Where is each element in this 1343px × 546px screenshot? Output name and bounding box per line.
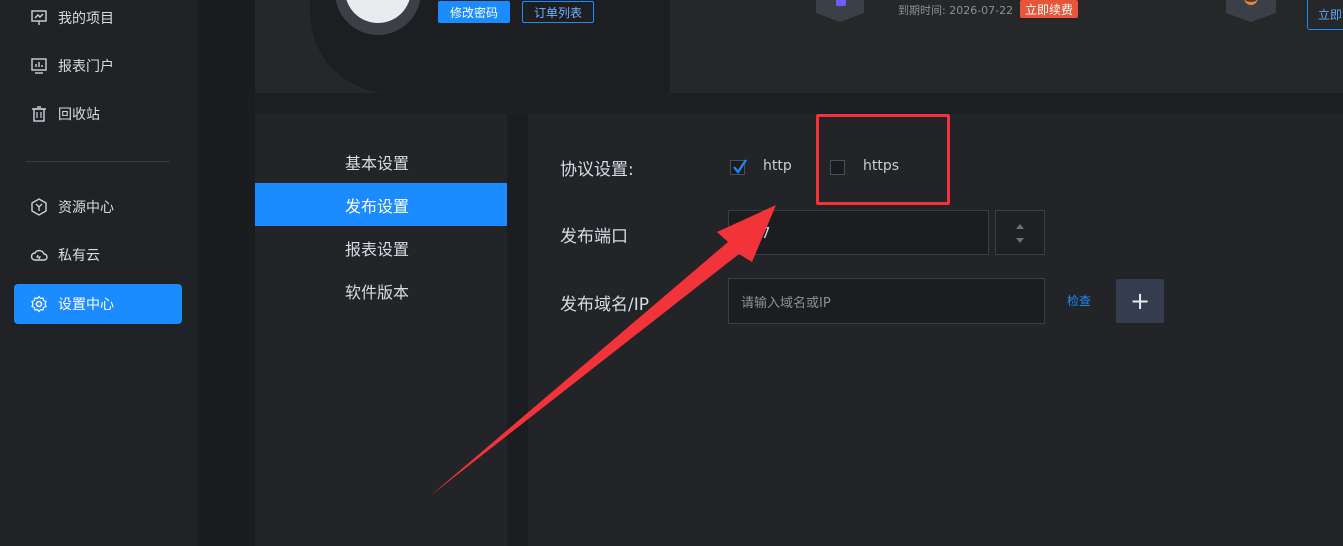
tab-basic-settings[interactable]: 基本设置	[255, 140, 507, 183]
product-badge-orange-icon	[1226, 0, 1276, 22]
port-input[interactable]: 7	[728, 210, 989, 255]
sidebar-item-my-projects[interactable]: 我的项目	[14, 0, 182, 38]
sidebar-item-label: 私有云	[58, 248, 100, 264]
domain-label: 发布域名/IP	[560, 295, 649, 315]
sidebar-item-label: 报表门户	[58, 59, 114, 75]
gear-icon	[30, 295, 48, 313]
stepper-down-icon[interactable]	[1016, 238, 1024, 243]
protocol-label: 协议设置:	[560, 160, 634, 180]
plus-icon: +	[1129, 287, 1151, 315]
checkmark-icon	[733, 159, 747, 174]
sidebar-item-report-portal[interactable]: 报表门户	[14, 46, 182, 86]
sidebar-item-private-cloud[interactable]: 私有云	[14, 235, 182, 275]
port-label: 发布端口	[560, 227, 628, 247]
sidebar-divider	[26, 161, 170, 162]
cloud-icon	[30, 246, 48, 264]
port-stepper[interactable]	[995, 210, 1045, 255]
sidebar-item-recycle-bin[interactable]: 回收站	[14, 94, 182, 134]
sidebar-item-label: 回收站	[58, 107, 100, 123]
panel-separator	[507, 114, 528, 546]
http-checkbox[interactable]	[730, 159, 747, 175]
settings-subnav: 基本设置 发布设置 报表设置 软件版本	[255, 114, 507, 546]
expire-date-text: 到期时间: 2026-07-22	[898, 4, 1014, 17]
domain-input[interactable]: 请输入域名或IP	[728, 278, 1045, 324]
presentation-chart-icon	[30, 9, 48, 27]
sidebar-item-label: 资源中心	[58, 200, 114, 216]
sidebar: 我的项目 报表门户 回收站 资源中心 私有云 设置中心	[0, 0, 197, 546]
http-label: http	[763, 158, 792, 174]
add-domain-button[interactable]: +	[1116, 279, 1164, 323]
tab-publish-settings[interactable]: 发布设置	[255, 183, 507, 226]
stepper-up-icon[interactable]	[1016, 224, 1024, 229]
trash-icon	[30, 105, 48, 123]
sidebar-item-label: 设置中心	[58, 297, 114, 313]
change-password-button[interactable]: 修改密码	[438, 1, 510, 23]
hex-y-icon	[30, 198, 48, 216]
sidebar-item-settings-center[interactable]: 设置中心	[14, 284, 182, 324]
header-right-button[interactable]: 立即	[1307, 0, 1343, 30]
renew-button[interactable]: 立即续费	[1020, 0, 1078, 18]
sidebar-item-label: 我的项目	[58, 11, 114, 27]
monitor-chart-icon	[30, 57, 48, 75]
tab-report-settings[interactable]: 报表设置	[255, 226, 507, 269]
highlight-box	[816, 114, 950, 205]
gutter	[197, 0, 255, 546]
product-badge-icon	[816, 0, 864, 22]
sidebar-item-resource-center[interactable]: 资源中心	[14, 187, 182, 227]
check-link[interactable]: 检查	[1067, 292, 1091, 309]
order-list-button[interactable]: 订单列表	[522, 1, 594, 23]
tab-software-version[interactable]: 软件版本	[255, 269, 507, 312]
account-header: 修改密码 订单列表 到期时间: 2026-07-22 立即续费 立即	[255, 0, 1343, 93]
